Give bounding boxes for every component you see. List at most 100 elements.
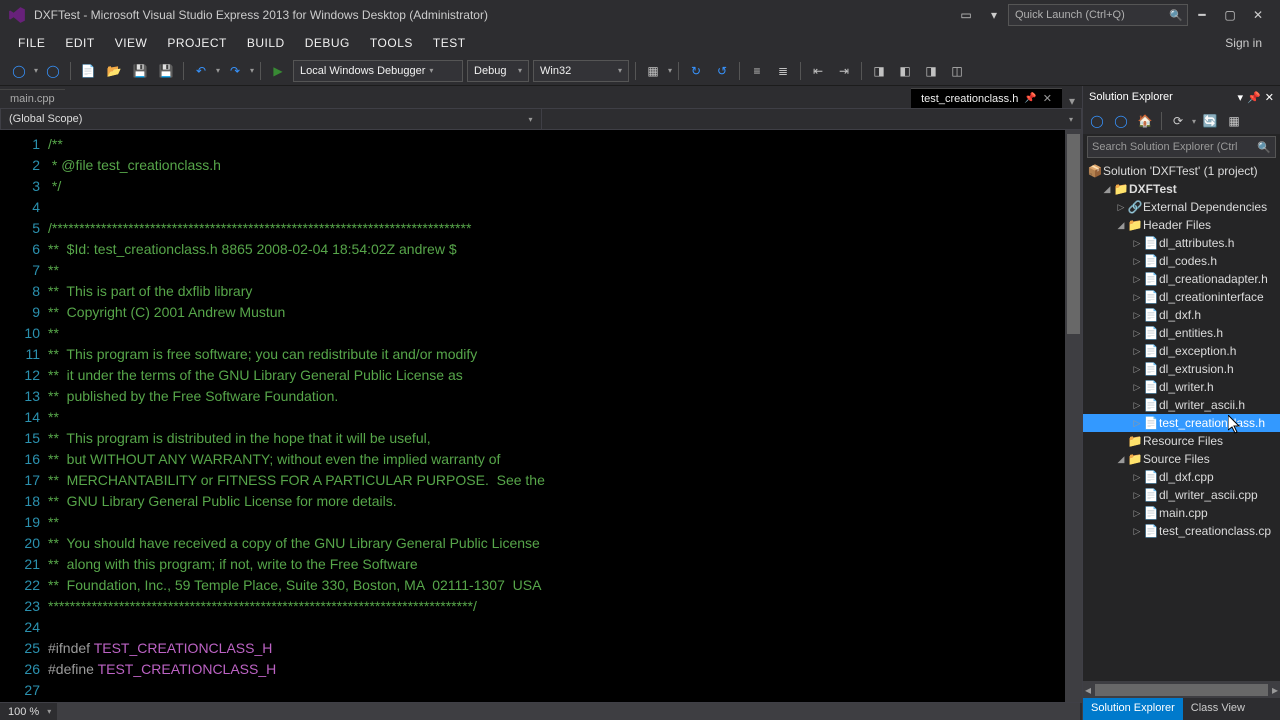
file-node[interactable]: ▷📄dl_entities.h <box>1083 324 1280 342</box>
file-node[interactable]: ▷📄dl_attributes.h <box>1083 234 1280 252</box>
auto-hide-icon[interactable]: 📌 <box>1247 91 1261 104</box>
solution-node: 📦Solution 'DXFTest' (1 project) <box>1083 162 1280 180</box>
maximize-button[interactable]: ▢ <box>1216 1 1244 29</box>
minimize-button[interactable]: ━ <box>1188 1 1216 29</box>
file-node[interactable]: ▷📄dl_dxf.cpp <box>1083 468 1280 486</box>
close-button[interactable]: ✕ <box>1244 1 1272 29</box>
menu-build[interactable]: BUILD <box>237 32 295 54</box>
save-all-button[interactable]: 💾 <box>155 60 177 82</box>
menu-tools[interactable]: TOOLS <box>360 32 423 54</box>
vertical-scrollbar[interactable] <box>1065 130 1082 702</box>
undo-button[interactable]: ↶ <box>190 60 212 82</box>
forward-button[interactable]: ◯ <box>1111 111 1131 131</box>
clear-bookmarks-button[interactable]: ◫ <box>946 60 968 82</box>
horizontal-scrollbar[interactable] <box>57 703 1080 720</box>
bookmark-button[interactable]: ◨ <box>868 60 890 82</box>
file-node[interactable]: ▷📄dl_writer.h <box>1083 378 1280 396</box>
line-number-gutter: 1234567891011121314151617181920212223242… <box>0 130 48 702</box>
zoom-level[interactable]: 100 % <box>0 706 47 718</box>
next-bookmark-button[interactable]: ◨ <box>920 60 942 82</box>
prev-bookmark-button[interactable]: ◧ <box>894 60 916 82</box>
source-files-node: ◢📁Source Files <box>1083 450 1280 468</box>
vs-logo-icon <box>8 6 26 24</box>
menu-edit[interactable]: EDIT <box>55 32 104 54</box>
open-file-button[interactable]: 📂 <box>103 60 125 82</box>
refresh-button[interactable]: 🔄 <box>1200 111 1220 131</box>
debug-target-combo[interactable]: Local Windows Debugger ▾ <box>293 60 463 82</box>
search-icon: 🔍 <box>1169 9 1183 22</box>
file-node[interactable]: ▷📄dl_dxf.h <box>1083 306 1280 324</box>
panel-hscroll[interactable]: ◂ ▸ <box>1083 681 1280 698</box>
file-node[interactable]: ▷📄test_creationclass.cp <box>1083 522 1280 540</box>
nav-forward-button[interactable]: ◯ <box>42 60 64 82</box>
comment-button[interactable]: ≡ <box>746 60 768 82</box>
configuration-label: Debug <box>474 65 506 77</box>
file-node[interactable]: ▷📄dl_exception.h <box>1083 342 1280 360</box>
menu-project[interactable]: PROJECT <box>157 32 237 54</box>
search-icon: 🔍 <box>1257 141 1271 154</box>
tab-overflow-button[interactable]: ▾ <box>1062 94 1082 108</box>
back-button[interactable]: ◯ <box>1087 111 1107 131</box>
member-combo[interactable]: ▾ <box>542 109 1082 129</box>
platform-combo[interactable]: Win32 ▾ <box>533 60 629 82</box>
scope-combo[interactable]: (Global Scope) ▾ <box>1 109 542 129</box>
tab-main-cpp[interactable]: main.cpp <box>0 89 65 108</box>
notifications-icon[interactable]: ▭ <box>952 1 980 29</box>
tab-solution-explorer[interactable]: Solution Explorer <box>1083 698 1183 720</box>
decrease-indent-button[interactable]: ⇤ <box>807 60 829 82</box>
increase-indent-button[interactable]: ⇥ <box>833 60 855 82</box>
file-node[interactable]: ▷📄main.cpp <box>1083 504 1280 522</box>
title-bar: DXFTest - Microsoft Visual Studio Expres… <box>0 0 1280 30</box>
close-panel-icon[interactable]: ✕ <box>1265 91 1274 104</box>
quick-launch-input[interactable]: Quick Launch (Ctrl+Q) 🔍 <box>1008 4 1188 26</box>
scope-label: (Global Scope) <box>9 113 82 125</box>
file-node[interactable]: ▷📄dl_writer_ascii.h <box>1083 396 1280 414</box>
file-node[interactable]: ▷📄dl_writer_ascii.cpp <box>1083 486 1280 504</box>
uncomment-button[interactable]: ≣ <box>772 60 794 82</box>
tab-class-view[interactable]: Class View <box>1183 698 1253 720</box>
home-button[interactable]: 🏠 <box>1135 111 1155 131</box>
save-button[interactable]: 💾 <box>129 60 151 82</box>
document-tabs: main.cpp test_creationclass.h 📌 ✕ ▾ <box>0 86 1082 108</box>
window-title: DXFTest - Microsoft Visual Studio Expres… <box>34 8 488 22</box>
solution-explorer-toolbar: ◯ ◯ 🏠 ⟳▾ 🔄 ▦ <box>1083 108 1280 134</box>
pin-icon[interactable]: 📌 <box>1024 93 1036 104</box>
tab-test-creationclass-h[interactable]: test_creationclass.h 📌 ✕ <box>911 88 1062 108</box>
file-node[interactable]: ▷📄dl_codes.h <box>1083 252 1280 270</box>
nav-back-button[interactable]: ◯ <box>8 60 30 82</box>
file-node[interactable]: ▷📄test_creationclass.h <box>1083 414 1280 432</box>
start-debugging-button[interactable]: ▶ <box>267 60 289 82</box>
redo-button[interactable]: ↷ <box>224 60 246 82</box>
menu-debug[interactable]: DEBUG <box>295 32 360 54</box>
window-position-icon[interactable]: ▾ <box>1238 91 1244 104</box>
find-in-files-button[interactable]: ▦ <box>642 60 664 82</box>
quick-launch-placeholder: Quick Launch (Ctrl+Q) <box>1015 9 1125 21</box>
menu-test[interactable]: TEST <box>423 32 476 54</box>
feedback-icon[interactable]: ▾ <box>980 1 1008 29</box>
side-panel-tabs: Solution Explorer Class View <box>1083 698 1280 720</box>
step-over-button[interactable]: ↺ <box>711 60 733 82</box>
solution-explorer-search[interactable]: Search Solution Explorer (Ctrl 🔍 <box>1087 136 1276 158</box>
file-node[interactable]: ▷📄dl_creationadapter.h <box>1083 270 1280 288</box>
code-editor[interactable]: /** * @file test_creationclass.h */ /***… <box>48 130 1065 702</box>
close-icon[interactable]: ✕ <box>1043 92 1052 105</box>
menu-view[interactable]: VIEW <box>105 32 158 54</box>
sync-button[interactable]: ⟳ <box>1168 111 1188 131</box>
configuration-combo[interactable]: Debug ▾ <box>467 60 529 82</box>
editor-area: main.cpp test_creationclass.h 📌 ✕ ▾ (Glo… <box>0 86 1082 720</box>
file-node[interactable]: ▷📄dl_extrusion.h <box>1083 360 1280 378</box>
new-project-button[interactable]: 📄 <box>77 60 99 82</box>
solution-tree[interactable]: 📦Solution 'DXFTest' (1 project) ◢📁DXFTes… <box>1083 160 1280 681</box>
sign-in-link[interactable]: Sign in <box>1225 36 1272 50</box>
platform-label: Win32 <box>540 65 571 77</box>
menu-file[interactable]: FILE <box>8 32 55 54</box>
solution-explorer-panel: Solution Explorer ▾ 📌 ✕ ◯ ◯ 🏠 ⟳▾ 🔄 ▦ Sea… <box>1082 86 1280 720</box>
project-node: ◢📁DXFTest <box>1083 180 1280 198</box>
step-out-button[interactable]: ↻ <box>685 60 707 82</box>
navigation-bar: (Global Scope) ▾ ▾ <box>0 108 1082 130</box>
tab-label: main.cpp <box>10 93 55 105</box>
standard-toolbar: ◯ ▾ ◯ 📄 📂 💾 💾 ↶▾ ↷▾ ▶ Local Windows Debu… <box>0 56 1280 86</box>
show-all-button[interactable]: ▦ <box>1224 111 1244 131</box>
external-deps-node: ▷🔗External Dependencies <box>1083 198 1280 216</box>
file-node[interactable]: ▷📄dl_creationinterface <box>1083 288 1280 306</box>
